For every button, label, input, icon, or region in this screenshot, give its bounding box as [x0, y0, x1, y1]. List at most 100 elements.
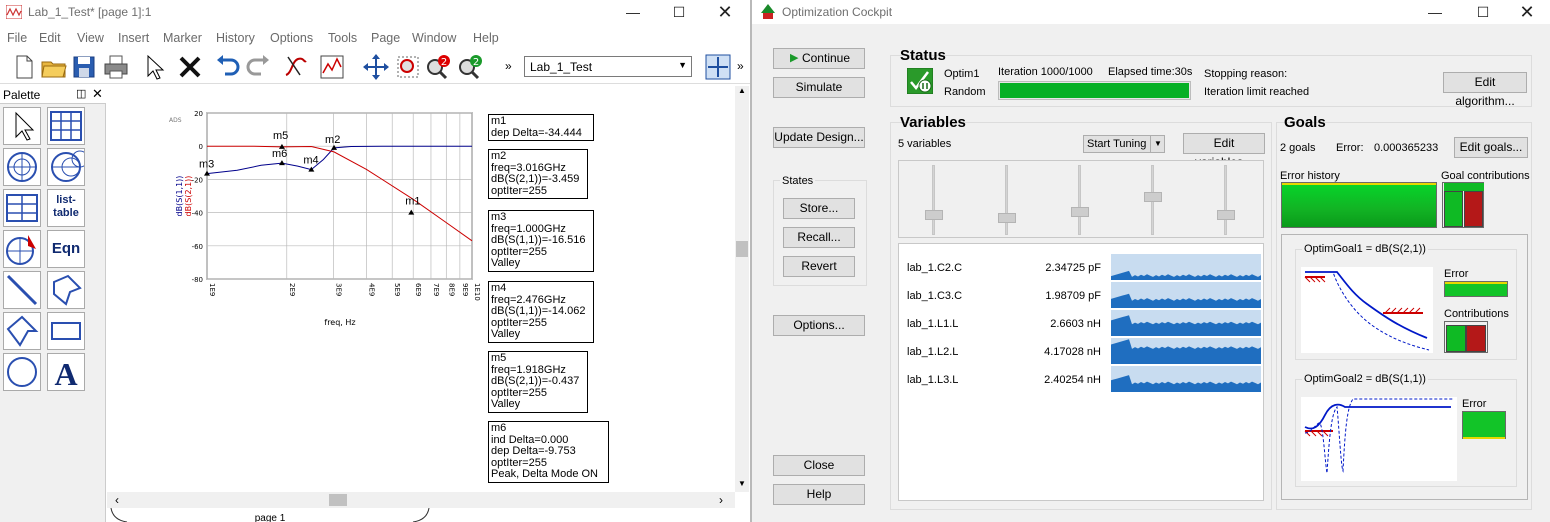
menu-options[interactable]: Options — [270, 31, 313, 45]
slider-c3[interactable] — [998, 213, 1016, 223]
x-tick-label: 1E10 — [473, 283, 481, 301]
pointer-icon — [15, 111, 35, 141]
new-file-icon[interactable] — [10, 53, 38, 81]
open-folder-icon[interactable] — [40, 53, 68, 81]
palette-smith-chart[interactable] — [47, 148, 89, 186]
palette-rectangle[interactable] — [47, 312, 85, 350]
marker-label: m6 — [272, 148, 287, 160]
update-design-button[interactable]: Update Design... — [773, 127, 865, 148]
delete-icon[interactable] — [176, 53, 204, 81]
print-icon[interactable] — [102, 53, 130, 81]
save-icon[interactable] — [70, 53, 98, 81]
menu-help[interactable]: Help — [473, 31, 499, 45]
slider-l2[interactable] — [1144, 192, 1162, 202]
palette-polar-plot[interactable] — [3, 148, 41, 186]
design-select[interactable]: Lab_1_Test ▼ — [524, 56, 692, 77]
toolbar-overflow-icon-2[interactable]: » — [737, 59, 744, 73]
toolbar-overflow-icon[interactable]: » — [505, 59, 512, 73]
ads-logo: ADS — [169, 117, 182, 124]
move-icon[interactable] — [362, 53, 390, 81]
menu-window[interactable]: Window — [412, 31, 456, 45]
stopping-reason-value: Iteration limit reached — [1204, 86, 1310, 98]
help-button[interactable]: Help — [773, 484, 865, 505]
edit-algorithm-button[interactable]: Edit algorithm... — [1443, 72, 1527, 108]
edit-goals-button[interactable]: Edit goals... — [1454, 137, 1528, 158]
close-cockpit-button[interactable]: Close — [773, 455, 865, 476]
maximize-button[interactable]: ☐ — [656, 0, 702, 24]
horizontal-scrollbar[interactable]: ‹ › — [107, 492, 735, 508]
menu-tools[interactable]: Tools — [328, 31, 357, 45]
marker-label: m5 — [273, 130, 288, 142]
options-button[interactable]: Options... — [773, 315, 865, 336]
goal1-contrib-green — [1446, 325, 1466, 352]
vertical-scrollbar[interactable]: ▲ ▼ — [735, 86, 749, 492]
contribution-top — [1444, 183, 1484, 191]
palette-pointer[interactable] — [3, 107, 41, 145]
simulate-button[interactable]: Simulate — [773, 77, 865, 98]
menu-view[interactable]: View — [77, 31, 104, 45]
zoom-out-icon[interactable]: 2 — [456, 53, 484, 81]
palette-antenna-plot[interactable] — [3, 230, 41, 268]
palette-text[interactable]: A — [47, 353, 85, 392]
title-bar: Lab_1_Test* [page 1]:1 — ☐ ✕ — [0, 0, 750, 24]
menu-marker[interactable]: Marker — [163, 31, 202, 45]
slider-l1[interactable] — [1071, 207, 1089, 217]
scroll-right-icon[interactable]: › — [719, 493, 723, 507]
revert-button[interactable]: Revert — [783, 256, 855, 277]
palette-polygon[interactable] — [47, 271, 85, 309]
fit-view-icon[interactable] — [704, 53, 732, 81]
edit-variables-button[interactable]: Edit variables... — [1183, 133, 1265, 169]
redo-icon[interactable] — [244, 53, 272, 81]
tuning-select[interactable]: Start Tuning ▼ — [1083, 135, 1165, 153]
palette-rectangular-plot[interactable] — [47, 107, 85, 145]
scroll-up-icon[interactable]: ▲ — [738, 86, 746, 95]
minimize-button[interactable]: — — [610, 0, 656, 24]
menu-insert[interactable]: Insert — [118, 31, 149, 45]
undo-icon[interactable] — [214, 53, 242, 81]
marker-box-m6[interactable]: m6 ind Delta=0.000 dep Delta=-9.753 optIter… — [488, 421, 609, 483]
hscroll-thumb[interactable] — [329, 494, 347, 506]
palette-equation[interactable]: Eqn — [47, 230, 85, 268]
trace-icon[interactable] — [282, 53, 310, 81]
marker-line: m4 — [491, 282, 507, 294]
close-palette-icon[interactable]: ✕ — [92, 86, 103, 102]
vscroll-thumb[interactable] — [736, 241, 748, 257]
marker-line: m1 — [491, 115, 507, 127]
palette-line[interactable] — [3, 271, 41, 309]
select-pointer-icon[interactable] — [140, 53, 168, 81]
page-tab[interactable]: page 1 — [107, 508, 437, 522]
menu-history[interactable]: History — [216, 31, 255, 45]
store-button[interactable]: Store... — [783, 198, 855, 219]
recall-button[interactable]: Recall... — [783, 227, 855, 248]
marker-box-m3[interactable]: m3 freq=1.000GHz dB(S(1,1))=-16.516 optIter… — [488, 210, 594, 272]
zoom-in-icon[interactable]: 2 — [424, 53, 452, 81]
plot-canvas[interactable]: ADS 20 0 -20 -40 -60 -80 1E9 2E9 3E9 4E9 5E9 6E9 7E9… — [107, 86, 735, 492]
marker-box-m1[interactable]: m1 dep Delta=-34.444 — [488, 114, 594, 141]
cockpit-maximize-button[interactable]: ☐ — [1460, 0, 1506, 24]
menu-file[interactable]: File — [7, 31, 27, 45]
scroll-down-icon[interactable]: ▼ — [738, 479, 746, 488]
plot-icon[interactable] — [318, 53, 346, 81]
close-button[interactable]: ✕ — [702, 0, 748, 24]
marker-box-m2[interactable]: m2 freq=3.016GHz dB(S(2,1))=-3.459 optIter=… — [488, 149, 588, 199]
scroll-left-icon[interactable]: ‹ — [115, 493, 119, 507]
cockpit-minimize-button[interactable]: — — [1412, 0, 1458, 24]
palette-numeric-list[interactable]: list-table — [47, 189, 85, 227]
cockpit-close-button[interactable]: ✕ — [1504, 0, 1550, 24]
palette-list-table[interactable] — [3, 189, 41, 227]
slider-l3[interactable] — [1217, 210, 1235, 220]
progress-fill — [1000, 83, 1189, 98]
marker-box-m4[interactable]: m4 freq=2.476GHz dB(S(1,1))=-14.062 optIter… — [488, 281, 594, 343]
continue-button[interactable]: ▶ Continue — [773, 48, 865, 69]
float-panel-icon[interactable]: ◫ — [76, 87, 86, 100]
slider-c2[interactable] — [925, 210, 943, 220]
y-tick-label: 20 — [194, 110, 203, 118]
palette-circle[interactable] — [3, 353, 41, 391]
circle-icon — [7, 357, 37, 387]
marker-box-m5[interactable]: m5 freq=1.918GHz dB(S(2,1))=-0.437 optIter=… — [488, 351, 588, 413]
s-parameter-plot[interactable]: ADS 20 0 -20 -40 -60 -80 1E9 2E9 3E9 4E9 5E9 6E9 7E9… — [107, 86, 487, 331]
zoom-area-icon[interactable] — [394, 53, 422, 81]
menu-page[interactable]: Page — [371, 31, 400, 45]
menu-edit[interactable]: Edit — [39, 31, 61, 45]
palette-polyline[interactable] — [3, 312, 41, 350]
